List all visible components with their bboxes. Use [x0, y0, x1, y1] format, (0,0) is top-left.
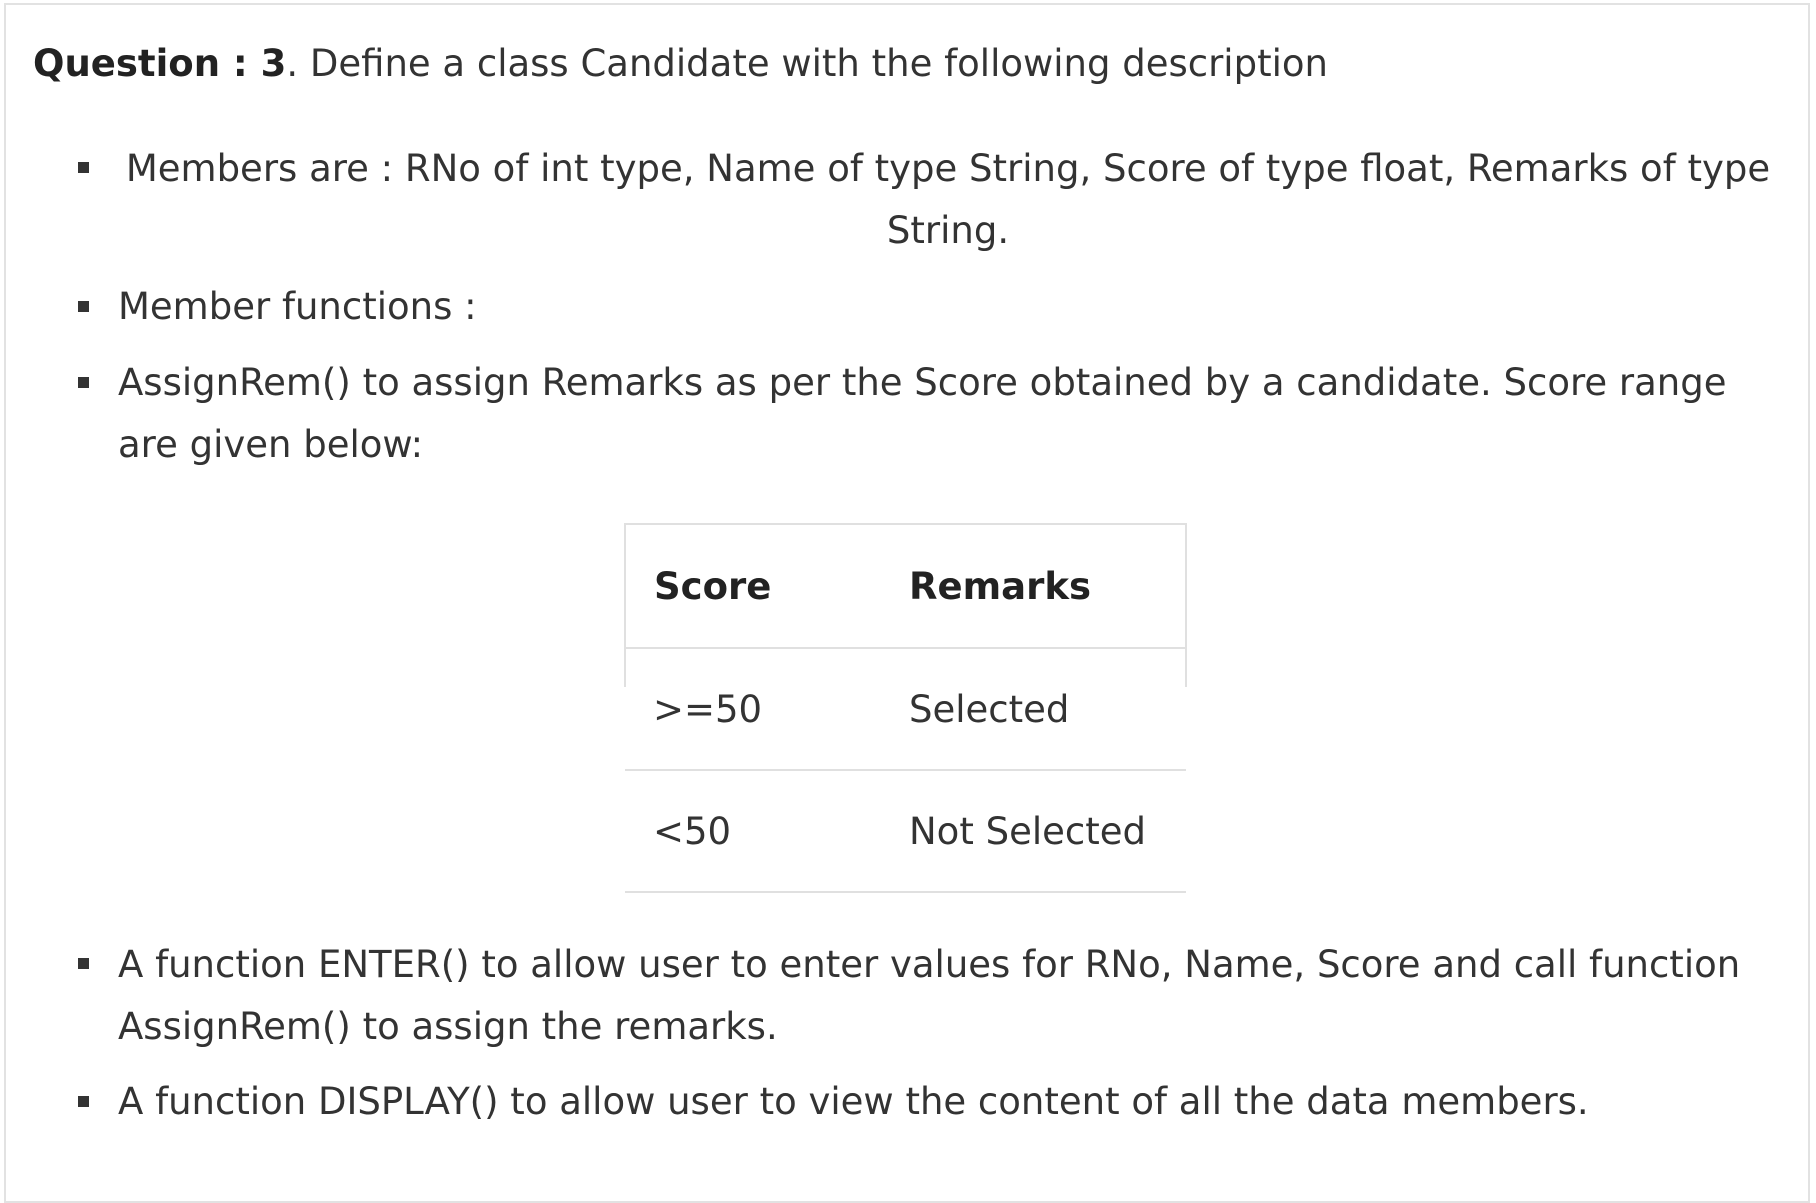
list-item-line: are given below:: [118, 423, 424, 466]
bullet-marker: [78, 1096, 89, 1107]
list-item-line: Members are : RNo of int type, Name of t…: [125, 147, 1771, 190]
question-heading: Question : 3. Define a class Candidate w…: [33, 38, 1328, 90]
list-item-line: A function DISPLAY() to allow user to vi…: [118, 1080, 1589, 1123]
list-item: A function ENTER() to allow user to ente…: [118, 934, 1798, 1058]
bullet-marker: [78, 162, 89, 173]
list-item-line: String.: [886, 209, 1010, 252]
bullet-marker: [78, 377, 89, 388]
table-cell-score: >=50: [625, 648, 881, 771]
score-remarks-table: Score Remarks >=50 Selected <50 Not Sele…: [624, 523, 1187, 893]
list-item-line: AssignRem() to assign the remarks.: [118, 1005, 778, 1048]
table-edge-right: [1185, 645, 1187, 687]
table-cell-remarks: Not Selected: [881, 770, 1186, 893]
table-header-score: Score: [624, 523, 881, 649]
question-label: Question : 3: [33, 42, 287, 85]
table-row: <50 Not Selected: [625, 770, 1186, 893]
list-item: AssignRem() to assign Remarks as per the…: [118, 352, 1798, 476]
bullet-marker: [78, 301, 89, 312]
table-header-remarks: Remarks: [881, 523, 1187, 649]
table-row: >=50 Selected: [625, 648, 1186, 771]
list-item-line: A function ENTER() to allow user to ente…: [118, 943, 1741, 986]
table-header-row: Score Remarks: [624, 523, 1187, 649]
table-cell-score: <50: [625, 770, 881, 893]
table-cell-remarks: Selected: [881, 648, 1186, 771]
list-item-line: Member functions :: [118, 285, 477, 328]
list-item-line: AssignRem() to assign Remarks as per the…: [118, 361, 1727, 404]
bullet-marker: [78, 958, 89, 969]
list-item: A function DISPLAY() to allow user to vi…: [118, 1071, 1798, 1133]
table-edge-left: [624, 645, 626, 687]
list-item: Members are : RNo of int type, Name of t…: [118, 138, 1778, 262]
list-item: Member functions :: [118, 276, 1778, 338]
question-text: . Define a class Candidate with the foll…: [286, 42, 1328, 85]
